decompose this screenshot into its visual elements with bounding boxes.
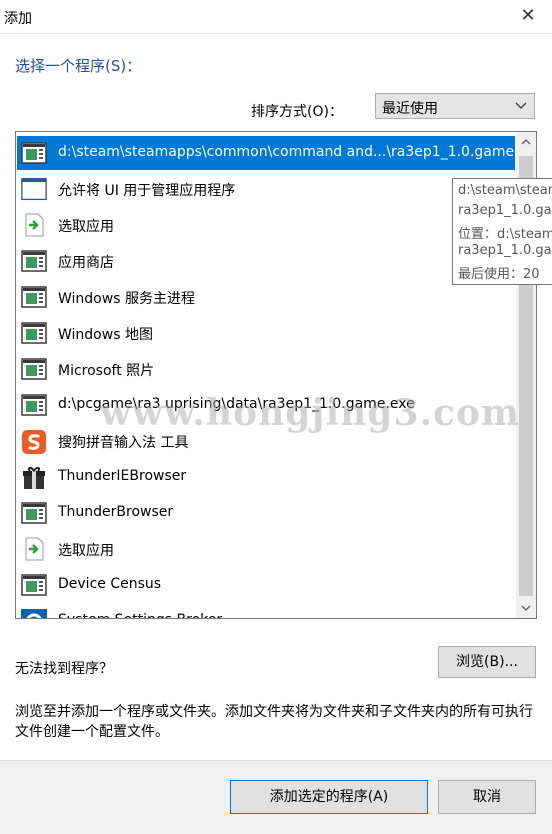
sort-dropdown-value: 最近使用 — [382, 101, 438, 117]
list-item-label: ThunderBrowser — [58, 504, 174, 520]
path-tooltip: d:\steam\steamapps ra3ep1_1.0.game.exe 位… — [452, 178, 552, 285]
list-item[interactable]: 选取应用 — [17, 208, 515, 242]
list-item[interactable]: ThunderIEBrowser — [17, 460, 515, 494]
list-item[interactable]: System Settings Broker — [17, 604, 515, 618]
scroll-down-icon[interactable] — [516, 598, 536, 618]
tooltip-line: ra3ep1_1.0.game.exe — [458, 243, 552, 258]
close-icon[interactable]: ✕ — [514, 4, 542, 28]
list-item[interactable]: Microsoft 照片 — [17, 352, 515, 386]
list-item-label: System Settings Broker — [58, 612, 222, 618]
list-item[interactable]: 选取应用 — [17, 532, 515, 566]
list-item-label: d:\pcgame\ra3 uprising\data\ra3ep1_1.0.g… — [58, 396, 415, 412]
title-bar: 添加 ✕ — [0, 0, 552, 34]
app-window-icon — [21, 501, 47, 525]
list-item-label: Device Census — [58, 576, 162, 592]
list-item-label: 选取应用 — [58, 219, 114, 235]
add-selected-button[interactable]: 添加选定的程序(A) — [230, 780, 428, 814]
gift-box-icon — [21, 465, 47, 489]
list-item[interactable]: 允许将 UI 用于管理应用程序 — [17, 172, 515, 206]
list-item-label: 允许将 UI 用于管理应用程序 — [58, 183, 236, 199]
tooltip-line: 位置：d:\steam — [458, 227, 552, 242]
green-arrow-file-icon — [21, 213, 47, 237]
app-window-icon — [21, 249, 47, 273]
blank-window-icon — [21, 177, 47, 201]
tooltip-line: 最后使用：20 — [458, 267, 540, 282]
sort-dropdown[interactable]: 最近使用 — [375, 93, 535, 119]
list-item-label: Windows 服务主进程 — [58, 291, 195, 307]
cancel-button[interactable]: 取消 — [438, 780, 536, 814]
list-item-label: 应用商店 — [58, 255, 114, 271]
list-item[interactable]: d:\pcgame\ra3 uprising\data\ra3ep1_1.0.g… — [17, 388, 515, 422]
chevron-down-icon — [514, 96, 528, 119]
sogou-icon — [21, 429, 47, 454]
description-text: 浏览至并添加一个程序或文件夹。添加文件夹将为文件夹和子文件夹内的所有可执行文件创… — [15, 704, 533, 740]
list-item-label: Microsoft 照片 — [58, 363, 155, 379]
list-item-label: Windows 地图 — [58, 327, 153, 343]
app-window-icon — [21, 285, 47, 309]
app-window-icon — [21, 357, 47, 381]
window-title: 添加 — [4, 11, 32, 27]
list-item[interactable]: 搜狗拼音输入法 工具 — [17, 424, 515, 458]
tooltip-line: d:\steam\steamapps — [458, 183, 552, 198]
list-item[interactable]: Windows 地图 — [17, 316, 515, 350]
sort-label: 排序方式(O)： — [251, 104, 343, 120]
tooltip-line: ra3ep1_1.0.game.exe — [458, 203, 552, 218]
cant-find-label: 无法找到程序？ — [15, 661, 113, 677]
list-item[interactable]: d:\steam\steamapps\common\command and...… — [17, 136, 536, 170]
settings-gear-icon — [21, 609, 47, 618]
app-window-icon — [21, 141, 47, 165]
list-item-label: ThunderIEBrowser — [58, 468, 187, 484]
app-window-icon — [21, 573, 47, 597]
list-item[interactable]: 应用商店 — [17, 244, 515, 278]
choose-program-label: 选择一个程序(S)： — [15, 57, 142, 75]
list-item-label: 搜狗拼音输入法 工具 — [58, 435, 189, 451]
list-item[interactable]: Windows 服务主进程 — [17, 280, 515, 314]
list-item-label: d:\steam\steamapps\common\command and...… — [58, 144, 537, 160]
list-item[interactable]: ThunderBrowser — [17, 496, 515, 530]
list-item[interactable]: Device Census — [17, 568, 515, 602]
list-item-label: 选取应用 — [58, 543, 114, 559]
app-window-icon — [21, 393, 47, 417]
scroll-up-icon[interactable] — [516, 132, 536, 152]
green-arrow-file-icon — [21, 537, 47, 561]
browse-button[interactable]: 浏览(B)... — [438, 646, 536, 678]
app-window-icon — [21, 321, 47, 345]
